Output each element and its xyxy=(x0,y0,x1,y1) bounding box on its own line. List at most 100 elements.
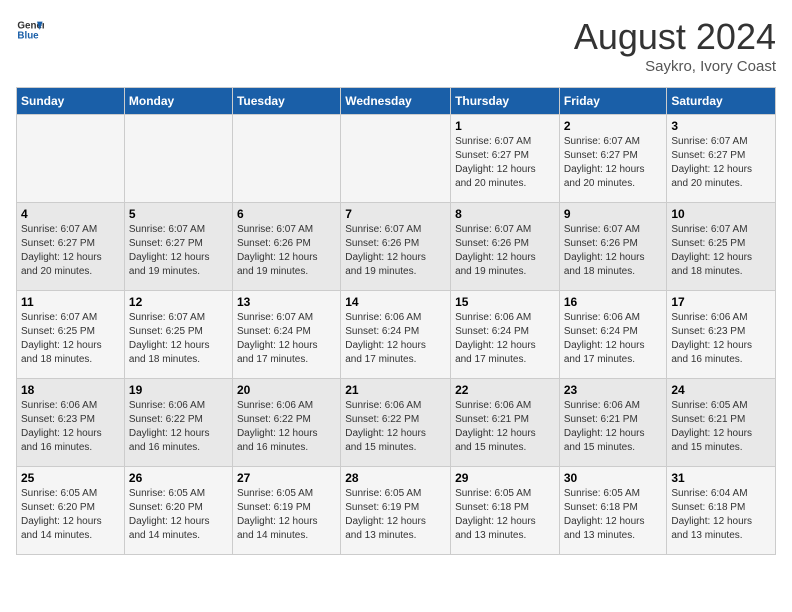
table-row: 18 Sunrise: 6:06 AM Sunset: 6:23 PM Dayli… xyxy=(17,379,125,467)
day-info: Sunrise: 6:05 AM Sunset: 6:20 PM Dayligh… xyxy=(129,487,228,543)
table-row: 23 Sunrise: 6:06 AM Sunset: 6:21 PM Dayli… xyxy=(559,379,667,467)
svg-text:Blue: Blue xyxy=(17,30,39,41)
table-row: 6Sunrise: 6:07 AM Sunset: 6:26 PM Daylig… xyxy=(232,203,340,291)
day-info: Sunrise: 6:07 AM Sunset: 6:27 PM Dayligh… xyxy=(21,223,120,279)
calendar-header-row: Sunday Monday Tuesday Wednesday Thursday… xyxy=(17,88,776,115)
week-row-4: 18 Sunrise: 6:06 AM Sunset: 6:23 PM Dayli… xyxy=(17,379,776,467)
day-number: 4 xyxy=(21,207,120,221)
header: General Blue August 2024 Saykro, Ivory C… xyxy=(16,16,776,75)
day-number: 11 xyxy=(21,295,120,309)
day-number: 12 xyxy=(129,295,228,309)
day-number: 31 xyxy=(671,471,771,485)
header-friday: Friday xyxy=(559,88,667,115)
day-info: Sunrise: 6:06 AM Sunset: 6:23 PM Dayligh… xyxy=(671,311,771,367)
table-row: 12Sunrise: 6:07 AM Sunset: 6:25 PM Dayli… xyxy=(124,291,232,379)
day-info: Sunrise: 6:07 AM Sunset: 6:26 PM Dayligh… xyxy=(345,223,446,279)
day-number: 28 xyxy=(345,471,446,485)
day-info: Sunrise: 6:07 AM Sunset: 6:24 PM Dayligh… xyxy=(237,311,336,367)
day-number: 18 xyxy=(21,383,120,397)
table-row: 13 Sunrise: 6:07 AM Sunset: 6:24 PM Dayli… xyxy=(232,291,340,379)
day-info: Sunrise: 6:07 AM Sunset: 6:27 PM Dayligh… xyxy=(129,223,228,279)
day-info: Sunrise: 6:06 AM Sunset: 6:21 PM Dayligh… xyxy=(455,399,555,455)
table-row: 28 Sunrise: 6:05 AM Sunset: 6:19 PM Dayli… xyxy=(341,467,451,555)
week-row-2: 4 Sunrise: 6:07 AM Sunset: 6:27 PM Daylig… xyxy=(17,203,776,291)
day-number: 7 xyxy=(345,207,446,221)
day-number: 19 xyxy=(129,383,228,397)
day-info: Sunrise: 6:07 AM Sunset: 6:27 PM Dayligh… xyxy=(671,135,771,191)
day-info: Sunrise: 6:06 AM Sunset: 6:21 PM Dayligh… xyxy=(564,399,663,455)
day-number: 14 xyxy=(345,295,446,309)
table-row: 19 Sunrise: 6:06 AM Sunset: 6:22 PM Dayli… xyxy=(124,379,232,467)
day-info: Sunrise: 6:06 AM Sunset: 6:22 PM Dayligh… xyxy=(237,399,336,455)
table-row: 15Sunrise: 6:06 AM Sunset: 6:24 PM Dayli… xyxy=(451,291,560,379)
day-number: 1 xyxy=(455,119,555,133)
day-number: 22 xyxy=(455,383,555,397)
table-row: 27 Sunrise: 6:05 AM Sunset: 6:19 PM Dayli… xyxy=(232,467,340,555)
day-number: 23 xyxy=(564,383,663,397)
table-row: 16 Sunrise: 6:06 AM Sunset: 6:24 PM Dayli… xyxy=(559,291,667,379)
header-thursday: Thursday xyxy=(451,88,560,115)
table-row: 29 Sunrise: 6:05 AM Sunset: 6:18 PM Dayli… xyxy=(451,467,560,555)
table-row: 4 Sunrise: 6:07 AM Sunset: 6:27 PM Daylig… xyxy=(17,203,125,291)
day-info: Sunrise: 6:07 AM Sunset: 6:27 PM Dayligh… xyxy=(564,135,663,191)
day-info: Sunrise: 6:05 AM Sunset: 6:18 PM Dayligh… xyxy=(564,487,663,543)
table-row: 5 Sunrise: 6:07 AM Sunset: 6:27 PM Daylig… xyxy=(124,203,232,291)
day-number: 25 xyxy=(21,471,120,485)
day-number: 16 xyxy=(564,295,663,309)
day-info: Sunrise: 6:07 AM Sunset: 6:27 PM Dayligh… xyxy=(455,135,555,191)
day-info: Sunrise: 6:04 AM Sunset: 6:18 PM Dayligh… xyxy=(671,487,771,543)
day-number: 6 xyxy=(237,207,336,221)
table-row: 31 Sunrise: 6:04 AM Sunset: 6:18 PM Dayli… xyxy=(667,467,776,555)
day-info: Sunrise: 6:06 AM Sunset: 6:24 PM Dayligh… xyxy=(564,311,663,367)
day-info: Sunrise: 6:07 AM Sunset: 6:26 PM Dayligh… xyxy=(455,223,555,279)
day-info: Sunrise: 6:05 AM Sunset: 6:19 PM Dayligh… xyxy=(345,487,446,543)
day-info: Sunrise: 6:06 AM Sunset: 6:22 PM Dayligh… xyxy=(345,399,446,455)
day-info: Sunrise: 6:06 AM Sunset: 6:24 PM Dayligh… xyxy=(455,311,555,367)
day-info: Sunrise: 6:05 AM Sunset: 6:18 PM Dayligh… xyxy=(455,487,555,543)
day-number: 24 xyxy=(671,383,771,397)
day-info: Sunrise: 6:06 AM Sunset: 6:24 PM Dayligh… xyxy=(345,311,446,367)
day-info: Sunrise: 6:05 AM Sunset: 6:21 PM Dayligh… xyxy=(671,399,771,455)
table-row: 30 Sunrise: 6:05 AM Sunset: 6:18 PM Dayli… xyxy=(559,467,667,555)
table-row: 21 Sunrise: 6:06 AM Sunset: 6:22 PM Dayli… xyxy=(341,379,451,467)
logo: General Blue xyxy=(16,16,44,44)
table-row: 17Sunrise: 6:06 AM Sunset: 6:23 PM Dayli… xyxy=(667,291,776,379)
table-row: 3 Sunrise: 6:07 AM Sunset: 6:27 PM Daylig… xyxy=(667,115,776,203)
day-info: Sunrise: 6:07 AM Sunset: 6:25 PM Dayligh… xyxy=(21,311,120,367)
day-number: 20 xyxy=(237,383,336,397)
day-info: Sunrise: 6:06 AM Sunset: 6:23 PM Dayligh… xyxy=(21,399,120,455)
logo-icon: General Blue xyxy=(16,16,44,44)
day-number: 3 xyxy=(671,119,771,133)
header-sunday: Sunday xyxy=(17,88,125,115)
day-number: 5 xyxy=(129,207,228,221)
table-row: 14 Sunrise: 6:06 AM Sunset: 6:24 PM Dayli… xyxy=(341,291,451,379)
table-row: 9 Sunrise: 6:07 AM Sunset: 6:26 PM Daylig… xyxy=(559,203,667,291)
table-row: 24 Sunrise: 6:05 AM Sunset: 6:21 PM Dayli… xyxy=(667,379,776,467)
day-number: 27 xyxy=(237,471,336,485)
table-row xyxy=(341,115,451,203)
table-row: 25Sunrise: 6:05 AM Sunset: 6:20 PM Dayli… xyxy=(17,467,125,555)
day-number: 9 xyxy=(564,207,663,221)
day-number: 29 xyxy=(455,471,555,485)
day-info: Sunrise: 6:05 AM Sunset: 6:19 PM Dayligh… xyxy=(237,487,336,543)
day-info: Sunrise: 6:07 AM Sunset: 6:26 PM Dayligh… xyxy=(564,223,663,279)
header-saturday: Saturday xyxy=(667,88,776,115)
day-info: Sunrise: 6:06 AM Sunset: 6:22 PM Dayligh… xyxy=(129,399,228,455)
table-row xyxy=(124,115,232,203)
day-number: 30 xyxy=(564,471,663,485)
table-row xyxy=(232,115,340,203)
day-number: 21 xyxy=(345,383,446,397)
day-number: 13 xyxy=(237,295,336,309)
day-number: 8 xyxy=(455,207,555,221)
calendar-table: Sunday Monday Tuesday Wednesday Thursday… xyxy=(16,87,776,555)
table-row: 26Sunrise: 6:05 AM Sunset: 6:20 PM Dayli… xyxy=(124,467,232,555)
header-wednesday: Wednesday xyxy=(341,88,451,115)
title-section: August 2024 Saykro, Ivory Coast xyxy=(574,16,776,75)
week-row-1: 1 Sunrise: 6:07 AM Sunset: 6:27 PM Daylig… xyxy=(17,115,776,203)
table-row: 22 Sunrise: 6:06 AM Sunset: 6:21 PM Dayli… xyxy=(451,379,560,467)
table-row: 8 Sunrise: 6:07 AM Sunset: 6:26 PM Daylig… xyxy=(451,203,560,291)
week-row-5: 25 Sunrise: 6:05 AM Sunset: 6:20 PM Dayli… xyxy=(17,467,776,555)
table-row: 7 Sunrise: 6:07 AM Sunset: 6:26 PM Daylig… xyxy=(341,203,451,291)
calendar-subtitle: Saykro, Ivory Coast xyxy=(574,58,776,75)
header-tuesday: Tuesday xyxy=(232,88,340,115)
